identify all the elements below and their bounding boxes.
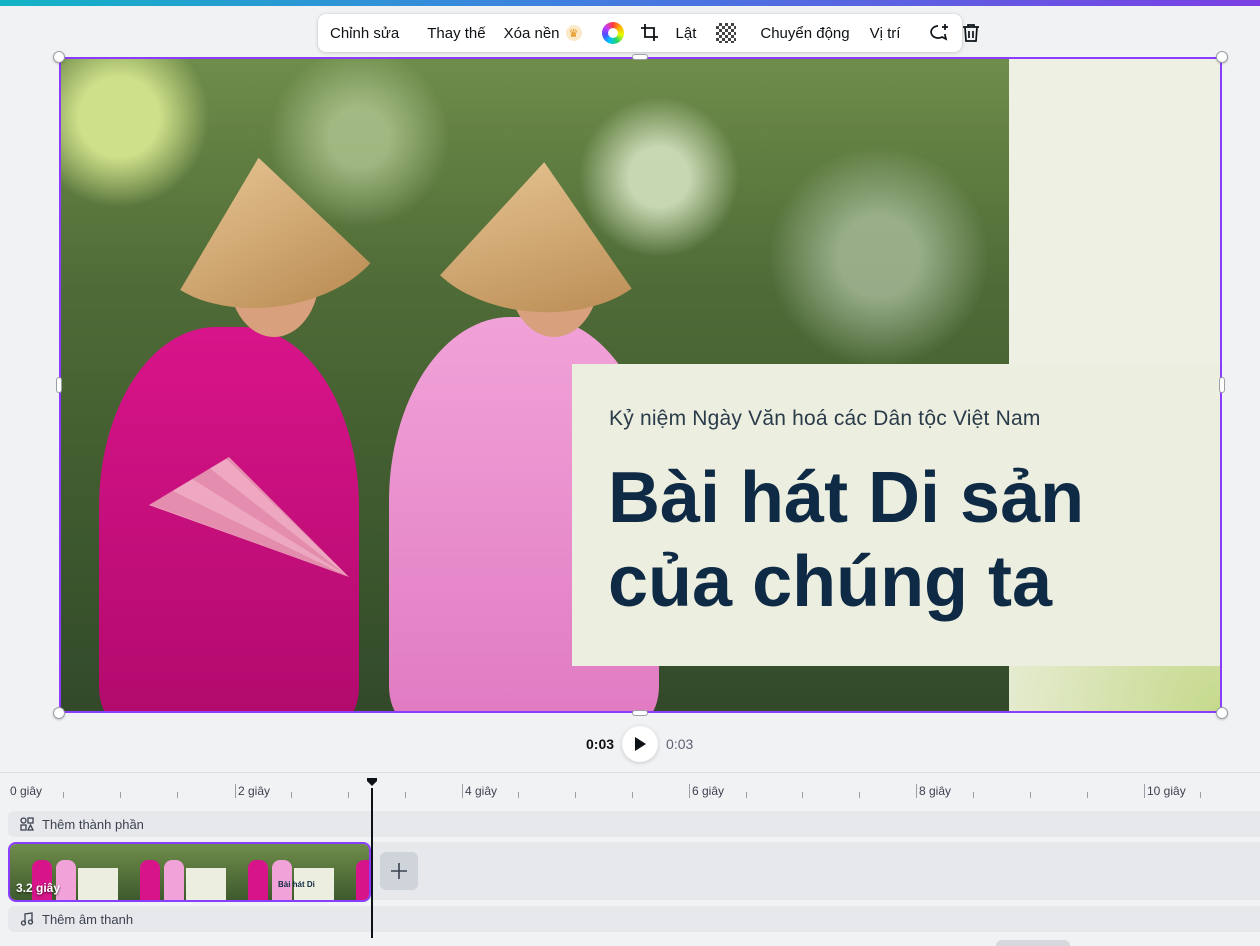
add-audio-label: Thêm âm thanh (42, 911, 134, 927)
elements-icon (20, 817, 34, 831)
timeline-ruler[interactable]: 0 giây 2 giây 4 giây 6 giây 8 giây 10 gi… (0, 780, 1260, 804)
tick-mark (1030, 792, 1031, 798)
tick-label: 8 giây (916, 784, 951, 798)
transparency-icon (716, 23, 737, 43)
crop-button[interactable] (634, 18, 666, 48)
tick-mark (859, 792, 860, 798)
tick-mark (575, 792, 576, 798)
flip-label: Lật (675, 24, 697, 42)
tick-mark (746, 792, 747, 798)
comment-add-icon (930, 24, 949, 41)
clip-duration: 3.2 giây (16, 881, 61, 895)
title-card[interactable]: Kỷ niệm Ngày Văn hoá các Dân tộc Việt Na… (572, 364, 1222, 666)
tick-mark (177, 792, 178, 798)
replace-button[interactable]: Thay thế (421, 18, 491, 48)
crown-icon: ♛ (565, 25, 582, 41)
add-clip-button[interactable] (380, 852, 418, 890)
transparency-button[interactable] (710, 18, 742, 48)
resize-handle-top[interactable] (632, 54, 648, 60)
add-element-track[interactable]: Thêm thành phần (8, 811, 1260, 837)
crop-icon (640, 24, 658, 41)
remove-background-label: Xóa nền (503, 24, 560, 42)
video-clip[interactable]: Bài hát Di 3.2 giây (8, 842, 371, 902)
playhead-handle-icon[interactable] (366, 777, 378, 787)
resize-handle-top-left[interactable] (53, 51, 65, 63)
remove-background-button[interactable]: Xóa nền ♛ (498, 18, 588, 48)
element-toolbar: Chỉnh sửa Thay thế Xóa nền ♛ Lật Chuyển … (318, 14, 980, 52)
replace-label: Thay thế (427, 24, 486, 42)
add-audio-label-wrap: Thêm âm thanh (8, 912, 133, 927)
design-subtitle[interactable]: Kỷ niệm Ngày Văn hoá các Dân tộc Việt Na… (609, 407, 1041, 431)
design-canvas[interactable]: Kỷ niệm Ngày Văn hoá các Dân tộc Việt Na… (59, 57, 1222, 713)
tick-label: 4 giây (462, 784, 497, 798)
trash-icon (963, 24, 980, 42)
position-button[interactable]: Vị trí (864, 18, 907, 48)
resize-handle-bottom-right[interactable] (1216, 707, 1228, 719)
delete-button[interactable] (956, 18, 986, 48)
add-audio-track[interactable]: Thêm âm thanh (8, 906, 1260, 932)
clip-thumbnail (118, 844, 226, 900)
tick-label: 2 giây (235, 784, 270, 798)
current-time: 0:03 (586, 736, 615, 752)
playback-controls: 0:03 0:03 (586, 726, 693, 762)
tick-label: 6 giây (689, 784, 724, 798)
tick-mark (802, 792, 803, 798)
resize-handle-bottom[interactable] (632, 710, 648, 716)
timeline-divider (0, 772, 1260, 773)
tick-mark (518, 792, 519, 798)
play-icon (635, 737, 647, 751)
animate-button[interactable]: Chuyển động (754, 18, 855, 48)
clip-thumbnail (334, 844, 369, 900)
tick-mark (291, 792, 292, 798)
tick-mark (1087, 792, 1088, 798)
edit-button[interactable]: Chỉnh sửa (324, 18, 405, 48)
tick-mark (405, 792, 406, 798)
design-headline[interactable]: Bài hát Di sản của chúng ta (608, 456, 1208, 624)
color-wheel-icon (601, 22, 624, 44)
tick-mark (632, 792, 633, 798)
resize-handle-left[interactable] (56, 377, 62, 393)
edit-label: Chỉnh sửa (330, 24, 400, 42)
clip-thumbnail: Bài hát Di (226, 844, 334, 900)
plus-icon (391, 863, 407, 879)
play-button[interactable] (622, 726, 659, 762)
thumbnail-text: Bài hát Di (278, 880, 315, 889)
tick-mark (348, 792, 349, 798)
tick-mark (63, 792, 64, 798)
tick-mark (120, 792, 121, 798)
tick-mark (1200, 792, 1201, 798)
tick-label: 0 giây (10, 784, 43, 798)
animate-label: Chuyển động (760, 24, 850, 42)
resize-handle-bottom-left[interactable] (53, 707, 65, 719)
resize-handle-top-right[interactable] (1216, 51, 1228, 63)
conical-hat-right (414, 154, 664, 320)
color-adjust-button[interactable] (596, 18, 630, 48)
total-time: 0:03 (666, 736, 694, 752)
flip-button[interactable]: Lật (670, 18, 703, 48)
scroll-indicator[interactable] (996, 940, 1070, 946)
add-element-label-wrap: Thêm thành phần (8, 817, 144, 832)
playhead[interactable] (371, 788, 373, 938)
conical-hat-left (140, 141, 399, 323)
top-accent-bar (0, 0, 1260, 6)
tick-label: 10 giây (1144, 784, 1186, 798)
add-comment-button[interactable] (922, 18, 956, 48)
music-note-icon (20, 912, 34, 926)
resize-handle-right[interactable] (1219, 377, 1225, 393)
tick-mark (973, 792, 974, 798)
add-element-label: Thêm thành phần (42, 816, 144, 832)
position-label: Vị trí (869, 24, 901, 42)
